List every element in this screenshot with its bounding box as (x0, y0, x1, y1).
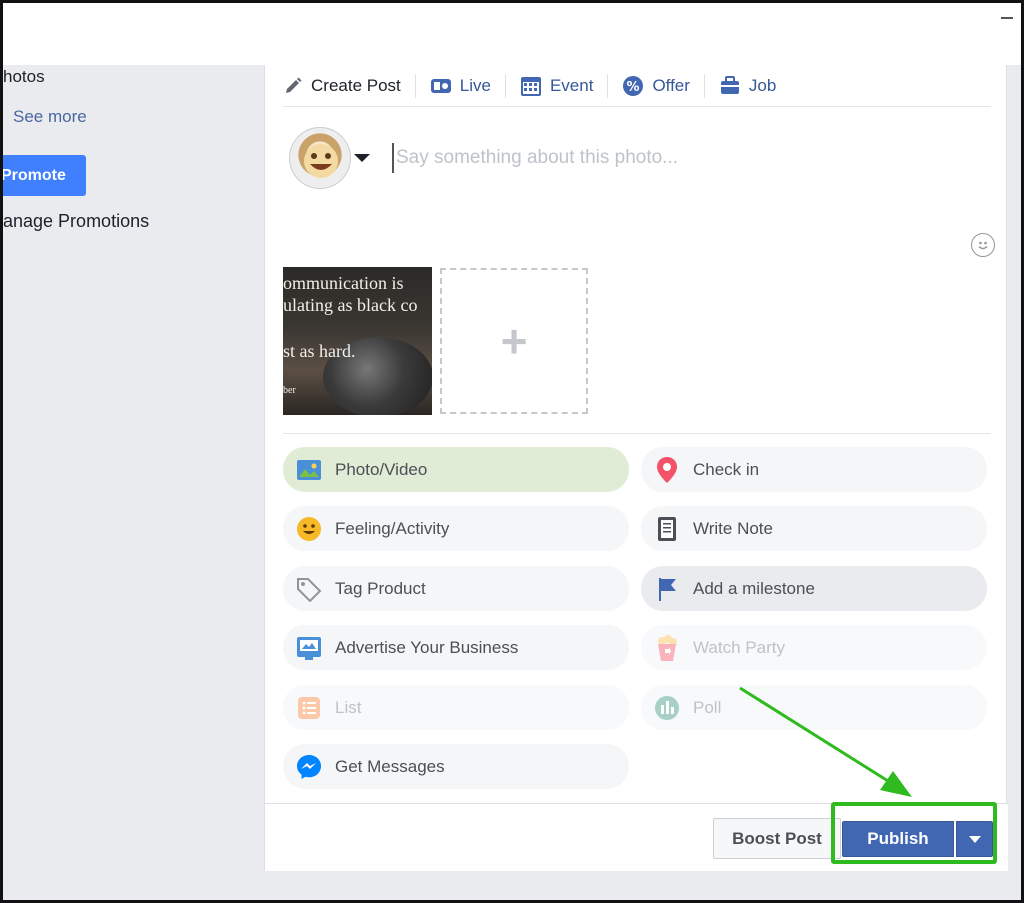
boost-post-button[interactable]: Boost Post (713, 818, 841, 859)
attached-photo-thumbnail[interactable]: ommunication is ulating as black co st a… (283, 267, 432, 415)
post-composer: Create Post Live Event % Offer Job Say s… (264, 65, 1008, 871)
location-pin-icon (653, 456, 681, 484)
tab-label: Job (748, 75, 777, 95)
briefcase-icon (720, 75, 739, 94)
window-top-bar (3, 3, 1021, 65)
option-label: Feeling/Activity (335, 518, 450, 538)
option-label: Poll (693, 697, 722, 717)
composer-footer: Boost Post Publish (265, 803, 1008, 871)
advertise-icon (295, 634, 323, 662)
svg-text:%: % (627, 80, 640, 95)
option-label: Watch Party (693, 637, 785, 657)
chevron-down-icon[interactable] (354, 154, 370, 162)
photo-text-line: st as hard. (283, 341, 356, 361)
divider (283, 433, 991, 434)
option-write-note[interactable]: Write Note (641, 506, 987, 551)
messenger-icon (295, 753, 323, 781)
photo-icon (295, 456, 323, 484)
publish-options-dropdown[interactable] (956, 821, 993, 857)
tab-live[interactable]: Live (414, 73, 505, 98)
option-get-messages[interactable]: Get Messages (283, 744, 629, 789)
add-photo-button[interactable]: + (440, 268, 588, 414)
photo-text-line: ommunication is (283, 273, 404, 293)
photo-text-line: ulating as black co (283, 295, 418, 315)
option-list: List (283, 685, 629, 730)
calendar-icon (520, 76, 541, 96)
tab-label: Offer (652, 75, 690, 95)
tab-offer[interactable]: % Offer (607, 73, 703, 98)
offer-icon: % (623, 75, 644, 96)
tab-label: Create Post (311, 75, 401, 95)
plus-icon: + (500, 315, 528, 367)
pencil-icon (286, 77, 302, 93)
option-label: Tag Product (335, 578, 426, 598)
option-advertise-business[interactable]: Advertise Your Business (283, 625, 629, 670)
left-sidebar: hotos See more Promote anage Promotions (3, 65, 261, 900)
sidebar-item-photos[interactable]: hotos (3, 67, 45, 87)
avatar[interactable] (289, 127, 351, 189)
option-watch-party: Watch Party (641, 625, 987, 670)
photo-text-line: ber (283, 385, 296, 396)
option-label: List (335, 697, 362, 717)
tab-create-post[interactable]: Create Post (283, 74, 415, 98)
smiley-avatar-icon (304, 144, 338, 178)
option-add-milestone[interactable]: Add a milestone (641, 566, 987, 611)
caret-down-icon (968, 835, 981, 843)
option-label: Photo/Video (335, 459, 428, 479)
popcorn-icon (653, 634, 681, 662)
minimize-icon[interactable] (1001, 17, 1013, 19)
option-label: Advertise Your Business (335, 637, 519, 657)
flag-icon (653, 575, 681, 603)
option-label: Add a milestone (693, 578, 815, 598)
composer-tabs: Create Post Live Event % Offer Job (283, 65, 991, 107)
screenshot-frame: hotos See more Promote anage Promotions … (0, 0, 1024, 903)
tab-event[interactable]: Event (504, 73, 607, 98)
manage-promotions-link[interactable]: anage Promotions (3, 211, 149, 232)
live-video-icon (430, 78, 451, 93)
note-icon (653, 515, 681, 543)
option-poll: Poll (641, 685, 987, 730)
tag-icon (295, 575, 323, 603)
option-check-in[interactable]: Check in (641, 447, 987, 492)
option-photo-video[interactable]: Photo/Video (283, 447, 629, 492)
list-icon (295, 694, 323, 722)
publish-button[interactable]: Publish (842, 821, 954, 857)
poll-icon (653, 694, 681, 722)
option-feeling-activity[interactable]: Feeling/Activity (283, 506, 629, 551)
tab-label: Live (459, 75, 491, 95)
tab-job[interactable]: Job (703, 73, 790, 98)
see-more-link[interactable]: See more (13, 107, 87, 127)
smiley-icon (295, 515, 323, 543)
option-label: Get Messages (335, 756, 445, 776)
option-tag-product[interactable]: Tag Product (283, 566, 629, 611)
post-text-input[interactable] (392, 143, 952, 173)
option-label: Write Note (693, 518, 773, 538)
emoji-icon[interactable] (971, 233, 995, 257)
option-label: Check in (693, 459, 760, 479)
promote-button[interactable]: Promote (3, 155, 86, 196)
tab-label: Event (549, 75, 594, 95)
